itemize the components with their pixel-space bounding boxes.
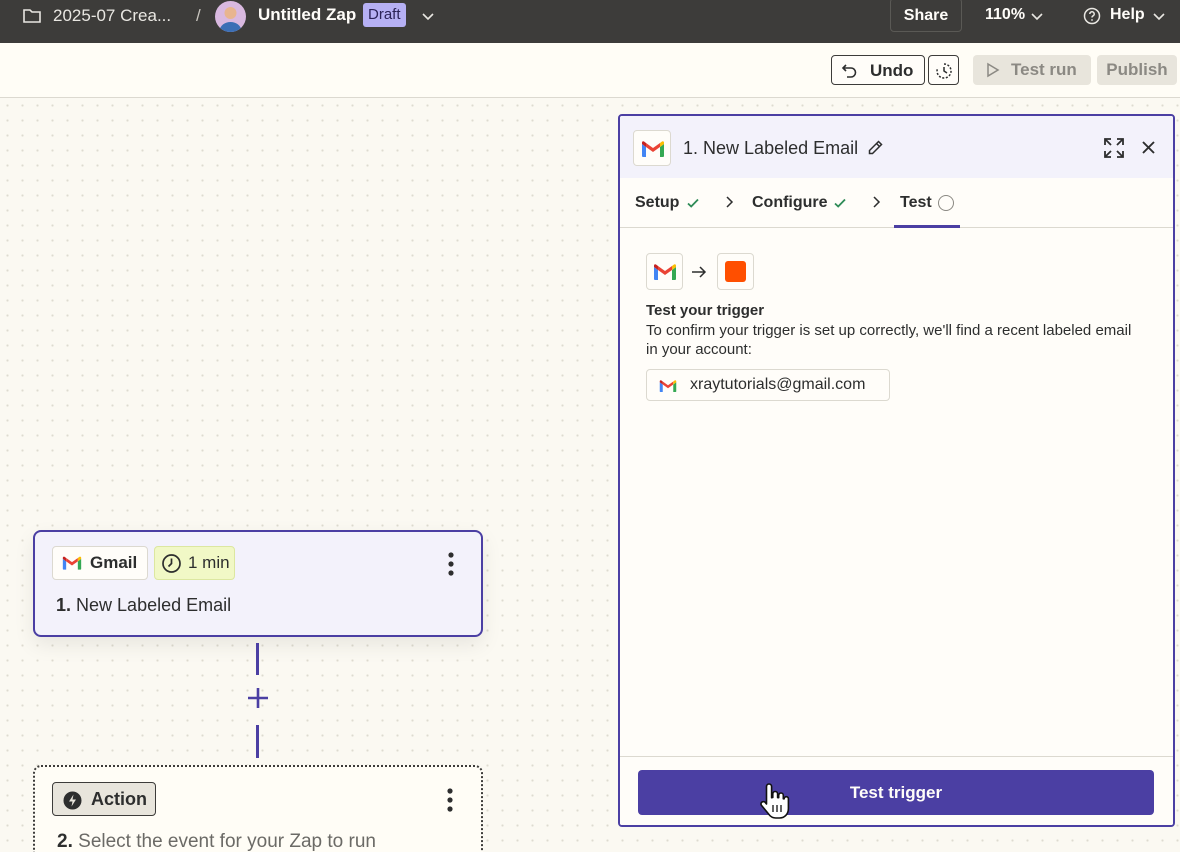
breadcrumb-separator: / — [196, 6, 201, 25]
action-label: Action — [91, 789, 147, 809]
step-title: 2. Select the event for your Zap to run — [57, 831, 376, 852]
expand-icon[interactable] — [1103, 137, 1125, 159]
zoom-level[interactable]: 110% — [985, 6, 1025, 24]
help-icon[interactable] — [1083, 7, 1101, 25]
active-tab-indicator — [894, 225, 960, 228]
account-email: xraytutorials@gmail.com — [690, 376, 866, 393]
app-badge: Gmail — [52, 546, 148, 580]
poll-interval-badge: 1 min — [154, 546, 235, 580]
publish-button[interactable]: Publish — [1097, 55, 1177, 85]
test-run-label: Test run — [1011, 60, 1077, 79]
test-trigger-button[interactable]: Test trigger — [638, 770, 1154, 815]
chevron-down-icon[interactable] — [1152, 9, 1166, 23]
gmail-icon — [62, 556, 82, 570]
folder-breadcrumb[interactable]: 2025-07 Crea... — [53, 6, 171, 26]
zapier-icon — [717, 253, 754, 290]
play-icon — [987, 62, 1000, 78]
poll-interval: 1 min — [188, 553, 230, 572]
undo-icon — [841, 64, 857, 78]
step-details-panel: 1. New Labeled Email Setup Configure Tes… — [618, 114, 1175, 827]
top-bar: 2025-07 Crea... / Untitled Zap Draft Sha… — [0, 0, 1180, 43]
chevron-down-icon[interactable] — [420, 8, 436, 24]
chevron-right-icon — [726, 196, 734, 208]
bolt-icon — [63, 791, 82, 810]
test-run-button[interactable]: Test run — [973, 55, 1091, 85]
step-number: 2. — [57, 831, 73, 852]
gmail-icon — [654, 264, 676, 280]
share-button[interactable]: Share — [890, 0, 962, 32]
clock-icon — [162, 554, 181, 573]
step-title-text: Select the event for your Zap to run — [78, 831, 376, 852]
step-title: 1. New Labeled Email — [56, 595, 231, 616]
tab-setup[interactable]: Setup — [635, 194, 679, 212]
undo-button[interactable]: Undo — [831, 55, 925, 85]
tab-test[interactable]: Test — [900, 194, 932, 212]
help-button[interactable]: Help — [1110, 6, 1145, 24]
more-options-icon[interactable] — [443, 551, 459, 577]
app-icon — [633, 130, 671, 166]
pending-status-icon — [938, 195, 954, 211]
action-step-card[interactable]: Action 2. Select the event for your Zap … — [33, 765, 483, 852]
chevron-right-icon — [873, 196, 881, 208]
panel-tabs: Setup Configure Test — [620, 178, 1173, 228]
test-description: To confirm your trigger is set up correc… — [646, 322, 1132, 358]
panel-step-number: 1. — [683, 138, 699, 158]
action-badge: Action — [52, 782, 156, 816]
app-name: Gmail — [90, 553, 138, 572]
gmail-icon — [659, 380, 677, 392]
status-badge: Draft — [363, 3, 406, 27]
step-connector — [256, 725, 259, 758]
pencil-icon[interactable] — [867, 139, 884, 156]
gmail-icon — [642, 141, 664, 157]
test-heading: Test your trigger — [646, 302, 765, 319]
step-number: 1. — [56, 595, 72, 615]
source-app-icon — [646, 253, 683, 290]
zap-title[interactable]: Untitled Zap — [258, 5, 356, 25]
panel-step-title: New Labeled Email — [703, 138, 859, 158]
more-options-icon[interactable] — [442, 787, 458, 813]
history-icon — [936, 63, 952, 79]
undo-label: Undo — [870, 61, 914, 80]
editor-toolbar: Undo Test run Publish — [0, 43, 1180, 98]
version-history-button[interactable] — [928, 55, 959, 85]
folder-icon[interactable] — [22, 6, 42, 26]
tab-configure[interactable]: Configure — [752, 194, 828, 212]
chevron-down-icon[interactable] — [1030, 9, 1044, 23]
account-chip: xraytutorials@gmail.com — [646, 369, 890, 401]
checkmark-icon — [687, 198, 699, 208]
arrow-right-icon — [692, 266, 707, 278]
panel-header: 1. New Labeled Email — [620, 116, 1173, 178]
step-connector — [256, 643, 259, 675]
checkmark-icon — [834, 198, 846, 208]
close-icon[interactable] — [1141, 140, 1156, 155]
panel-title: 1. New Labeled Email — [683, 138, 858, 159]
avatar[interactable] — [215, 1, 246, 32]
step-title-text: New Labeled Email — [76, 595, 232, 615]
add-step-icon[interactable] — [246, 686, 270, 710]
panel-footer: Test trigger — [620, 756, 1173, 825]
trigger-step-card[interactable]: Gmail 1 min 1. New Labeled Email — [33, 530, 483, 637]
hand-cursor-icon — [760, 783, 790, 819]
